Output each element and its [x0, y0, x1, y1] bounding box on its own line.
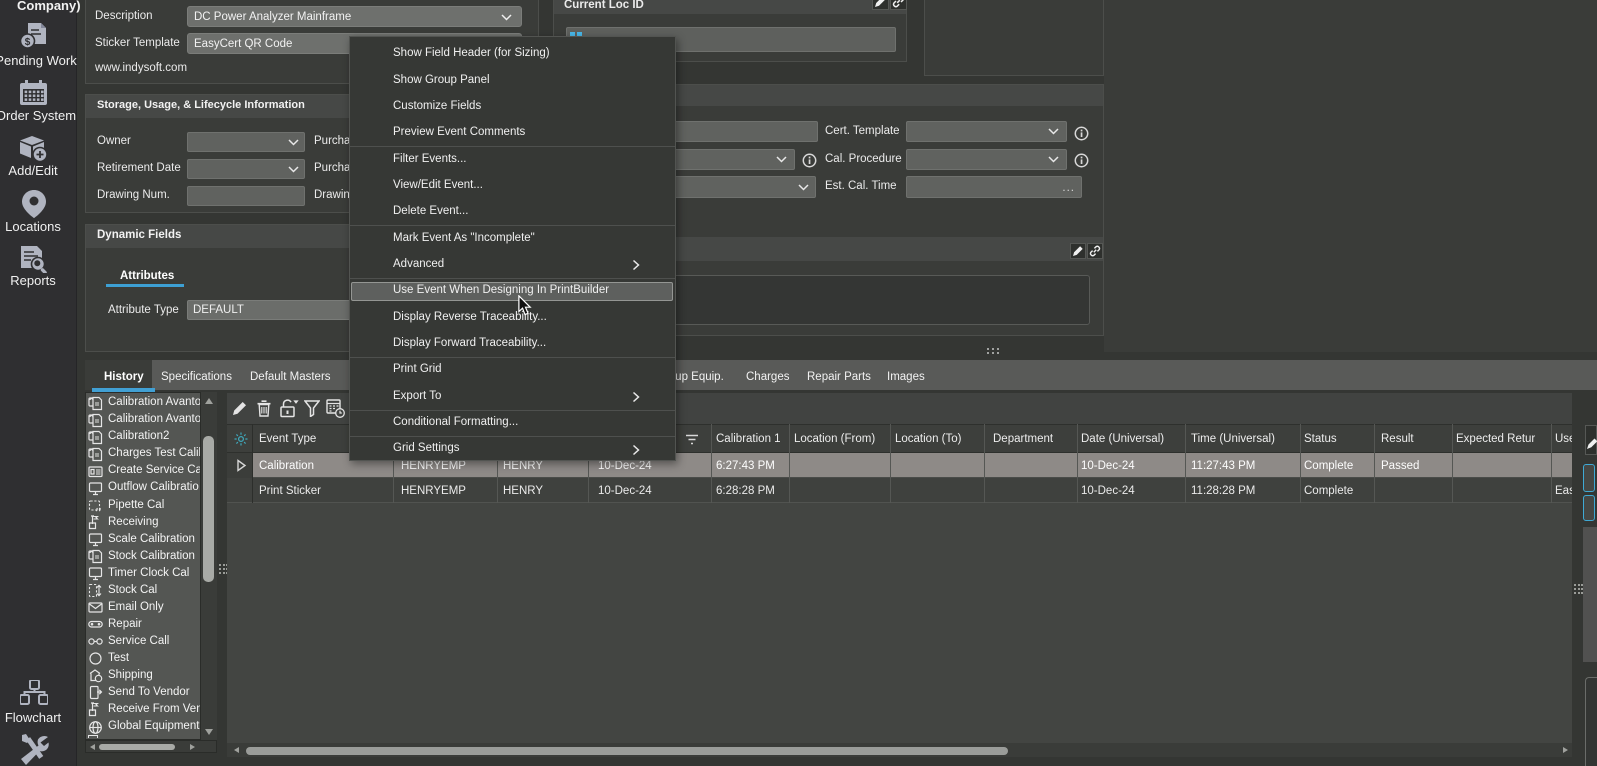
svg-text:$: $: [25, 37, 31, 48]
